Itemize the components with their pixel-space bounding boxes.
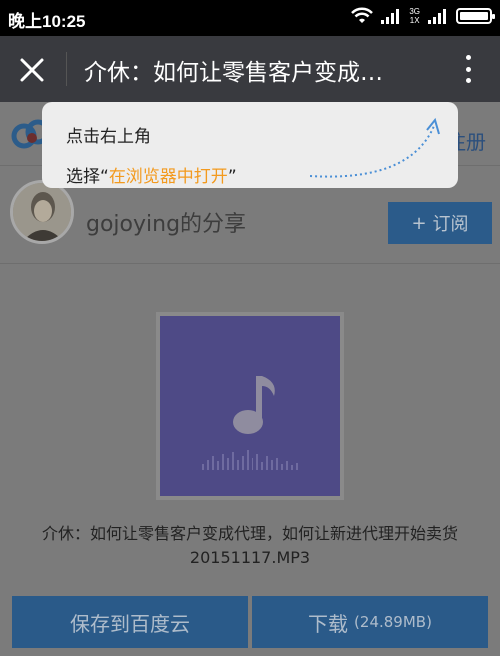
more-dot-icon (465, 66, 471, 72)
close-button[interactable] (12, 50, 52, 90)
subscribe-label: 订阅 (432, 214, 469, 235)
hint-prefix: 选择“ (66, 167, 109, 187)
download-button[interactable]: 下载 (24.89MB) (252, 596, 488, 648)
track-title: 介休：如何让零售客户变成代理，如何让新进代理开始卖货20151117.MP3 (41, 524, 458, 567)
subscribe-button[interactable]: + 订阅 (388, 202, 492, 244)
status-bar: 晚上10:25 3G 1X (0, 0, 500, 36)
avatar[interactable] (10, 180, 74, 244)
save-to-cloud-button[interactable]: 保存到百度云 (12, 596, 248, 648)
more-menu-button[interactable] (460, 52, 476, 86)
save-label: 保存到百度云 (70, 611, 190, 636)
title-bar: 介休：如何让零售客户变成… (0, 36, 500, 102)
page-title: 介休：如何让零售客户变成… (84, 60, 383, 86)
signal-icon (381, 8, 401, 24)
title-divider (66, 52, 67, 86)
signal-icon-2 (428, 8, 448, 24)
album-cover (156, 312, 344, 500)
download-size: (24.89MB) (354, 613, 432, 631)
download-label: 下载 (308, 611, 349, 636)
plus-icon: + (411, 212, 427, 234)
action-buttons: 保存到百度云 下载 (24.89MB) (12, 596, 488, 648)
status-time: 晚上10:25 (8, 12, 86, 31)
music-note-icon (233, 376, 275, 434)
more-dot-icon (465, 78, 471, 83)
hint-line-1: 点击右上角 (66, 127, 151, 147)
open-in-browser-hint: 点击右上角 选择“在浏览器中打开” (42, 102, 458, 188)
network-type-indicator: 3G 1X (409, 7, 420, 25)
more-dot-icon (465, 55, 471, 60)
hint-suffix: ” (227, 167, 237, 187)
close-icon (20, 58, 44, 82)
equalizer-icon (202, 448, 299, 470)
user-name: gojoying的分享 (86, 212, 247, 237)
hint-highlight: 在浏览器中打开 (108, 167, 228, 187)
battery-level (460, 12, 488, 20)
status-icons: 3G 1X (351, 7, 495, 25)
wifi-icon (351, 7, 374, 25)
hint-line-2: 选择“在浏览器中打开” (66, 162, 237, 187)
battery-icon (456, 8, 495, 24)
dotted-arrow-icon (310, 117, 440, 178)
